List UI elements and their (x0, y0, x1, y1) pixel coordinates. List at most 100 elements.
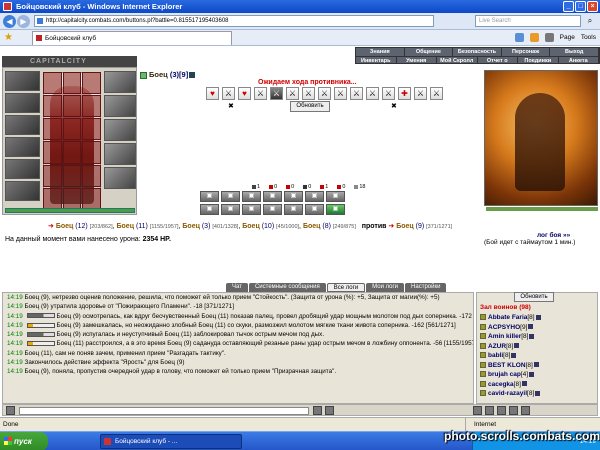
fighter-row[interactable]: Abbate Faria[8] (480, 313, 592, 323)
game-menu-item[interactable]: Безопасность (453, 48, 502, 56)
amulet-slot[interactable] (5, 93, 40, 113)
settings-icon[interactable] (509, 406, 518, 415)
attack-icon[interactable]: ⚔ (430, 87, 443, 100)
game-menu-item[interactable]: Отчет о переводах (478, 57, 518, 72)
page-menu[interactable]: Page (560, 32, 575, 43)
taskbar-item[interactable]: Бойцовский клуб - ... (100, 434, 242, 449)
smiles-icon[interactable] (473, 406, 482, 415)
attack-icon[interactable]: ⚔ (414, 87, 427, 100)
minimize-button[interactable]: _ (563, 1, 574, 12)
chat-tab[interactable]: Настройки (405, 283, 447, 292)
action-button[interactable]: ▣ (263, 204, 282, 215)
print-icon[interactable] (544, 33, 554, 42)
armor-slot[interactable] (5, 137, 40, 157)
filter-icon[interactable] (485, 406, 494, 415)
action-button[interactable]: ▣ (200, 191, 219, 202)
attack-icon[interactable]: ⚔ (382, 87, 395, 100)
action-button[interactable]: ▣ (200, 204, 219, 215)
game-menu-item[interactable]: Поединки (518, 57, 559, 64)
fighter-name[interactable]: Боец (117, 223, 135, 230)
fighter-name[interactable]: Боец (182, 223, 200, 230)
game-menu-item[interactable]: Знания (356, 48, 405, 56)
feeds-icon[interactable] (529, 33, 539, 42)
belt-slot[interactable] (5, 159, 40, 179)
info-icon[interactable] (535, 390, 541, 396)
chat-tab[interactable]: Мои логи (366, 283, 405, 292)
gloves-slot[interactable] (104, 71, 136, 93)
chat-tab[interactable]: Системные сообщения (248, 283, 326, 292)
info-icon[interactable] (535, 314, 541, 320)
info-icon[interactable] (529, 371, 535, 377)
action-button[interactable]: ▣ (284, 191, 303, 202)
action-button[interactable]: ▣ (242, 191, 261, 202)
action-button[interactable]: ▣ (263, 191, 282, 202)
fighter-row[interactable]: AZUR[8] (480, 342, 592, 352)
shield-slot[interactable] (104, 95, 136, 117)
ring-slot[interactable] (104, 119, 136, 141)
fighter-row[interactable]: brujah cap[4] (480, 370, 592, 380)
fighter-name[interactable]: Боец (303, 223, 321, 230)
info-icon[interactable] (533, 362, 539, 368)
bracer-slot[interactable] (104, 167, 136, 189)
search-input[interactable]: Live Search (475, 15, 581, 27)
info-icon[interactable] (511, 352, 517, 358)
info-icon[interactable] (521, 381, 527, 387)
battle-log-link[interactable]: лог боя »» (537, 232, 570, 239)
fighter-name[interactable]: Боец (242, 223, 260, 230)
leggings-slot[interactable] (104, 143, 136, 165)
attack-icon[interactable]: ⚔ (334, 87, 347, 100)
game-menu-item[interactable]: Персонаж (502, 48, 551, 56)
home-icon[interactable] (514, 33, 524, 42)
search-icon[interactable]: ⌕ (583, 15, 597, 27)
game-menu-item[interactable]: Инвентарь (356, 57, 397, 64)
chat-input[interactable] (19, 407, 309, 415)
action-button-active[interactable]: ▣ (326, 204, 345, 215)
forward-button[interactable]: ▶ (17, 15, 30, 28)
action-button[interactable]: ▣ (284, 204, 303, 215)
action-button[interactable]: ▣ (326, 191, 345, 202)
boots-slot[interactable] (5, 181, 40, 201)
fighter-row[interactable]: ACPSYHO[9] (480, 323, 592, 333)
fighter-row[interactable]: BEST KLON[8] (480, 361, 592, 371)
translit-icon[interactable] (497, 406, 506, 415)
action-button[interactable]: ▣ (305, 191, 324, 202)
action-button[interactable]: ▣ (242, 204, 261, 215)
chat-mode-icon[interactable] (6, 406, 15, 415)
favorites-star-icon[interactable]: ★ (4, 32, 13, 43)
helmet-slot[interactable] (5, 71, 40, 91)
weapon-slot[interactable] (5, 115, 40, 135)
game-menu-item[interactable]: Умения (397, 57, 437, 64)
attack-icon[interactable]: ⚔ (318, 87, 331, 100)
exit-icon[interactable] (521, 406, 530, 415)
fighter-row[interactable]: babli[8] (480, 351, 592, 361)
clear-icon[interactable] (325, 406, 334, 415)
info-icon[interactable] (514, 343, 520, 349)
attack-icon[interactable]: ⚔ (270, 87, 283, 100)
attack-icon[interactable]: ⚔ (302, 87, 315, 100)
refresh-list-button[interactable]: Обновить (514, 292, 554, 302)
attack-icon[interactable]: ⚔ (366, 87, 379, 100)
info-icon[interactable] (189, 72, 196, 79)
game-menu-item[interactable]: Выход (550, 48, 599, 56)
player-name-label[interactable]: Боец (3)[9] (140, 70, 196, 79)
attack-icon[interactable]: ♥ (206, 87, 219, 100)
attack-icon[interactable]: ⚔ (254, 87, 267, 100)
attack-icon[interactable]: ⚔ (222, 87, 235, 100)
maximize-button[interactable]: □ (575, 1, 586, 12)
tools-menu[interactable]: Tools (581, 32, 596, 43)
game-menu-item[interactable]: Мой Скролл (437, 57, 478, 64)
chat-tab[interactable]: Чат (226, 283, 248, 292)
fighter-name[interactable]: Боец (56, 223, 74, 230)
fighter-row[interactable]: cacegka[8] (480, 380, 592, 390)
attack-icon[interactable]: ⚔ (286, 87, 299, 100)
action-button[interactable]: ▣ (305, 204, 324, 215)
game-menu-item[interactable]: Анкета (559, 57, 599, 64)
chat-log[interactable]: 14:19 Боец (9), нетрезво оценив положени… (2, 292, 474, 404)
action-button[interactable]: ▣ (221, 191, 240, 202)
window-titlebar[interactable]: Бойцовский клуб - Windows Internet Explo… (0, 0, 600, 13)
close-button[interactable]: × (587, 1, 598, 12)
attack-icon[interactable]: ⚔ (350, 87, 363, 100)
game-menu-item[interactable]: Общение (405, 48, 454, 56)
refresh-button[interactable]: Обновить (290, 101, 330, 112)
fighter-row[interactable]: Amin killer[8] (480, 332, 592, 342)
